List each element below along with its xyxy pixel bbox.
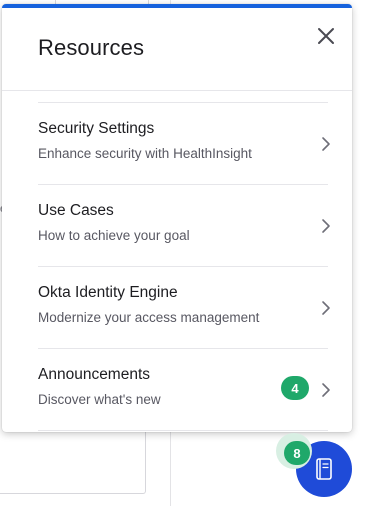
background-card bbox=[0, 430, 146, 494]
chevron-right-icon bbox=[322, 383, 330, 397]
item-subtitle: How to achieve your goal bbox=[38, 228, 190, 243]
launcher-count-badge: 8 bbox=[284, 441, 310, 465]
item-subtitle: Enhance security with HealthInsight bbox=[38, 146, 252, 161]
close-icon bbox=[318, 28, 334, 44]
list-item-use-cases[interactable]: Use Cases How to achieve your goal bbox=[38, 185, 330, 266]
panel-title: Resources bbox=[38, 35, 145, 60]
chevron-right-icon bbox=[322, 301, 330, 315]
unread-count-badge: 4 bbox=[281, 376, 309, 400]
list-item-announcements[interactable]: Announcements Discover what's new 4 bbox=[38, 349, 330, 430]
screen: e Resources Security Settings Enhance se… bbox=[0, 0, 368, 506]
close-button[interactable] bbox=[312, 22, 340, 50]
list-item-security-settings[interactable]: Security Settings Enhance security with … bbox=[38, 103, 330, 184]
list-divider bbox=[38, 430, 328, 431]
book-icon bbox=[316, 458, 332, 480]
item-title: Okta Identity Engine bbox=[38, 284, 178, 301]
item-subtitle: Discover what's new bbox=[38, 392, 161, 407]
header-divider bbox=[2, 90, 352, 91]
item-title: Announcements bbox=[38, 366, 151, 383]
resources-list: Security Settings Enhance security with … bbox=[38, 102, 330, 431]
item-title: Security Settings bbox=[38, 120, 155, 137]
item-title: Use Cases bbox=[38, 202, 114, 219]
panel-accent-bar bbox=[2, 4, 352, 8]
resources-panel: Resources Security Settings Enhance secu… bbox=[2, 4, 352, 432]
list-item-okta-identity-engine[interactable]: Okta Identity Engine Modernize your acce… bbox=[38, 267, 330, 348]
chevron-right-icon bbox=[322, 137, 330, 151]
item-subtitle: Modernize your access management bbox=[38, 310, 260, 325]
chevron-right-icon bbox=[322, 219, 330, 233]
